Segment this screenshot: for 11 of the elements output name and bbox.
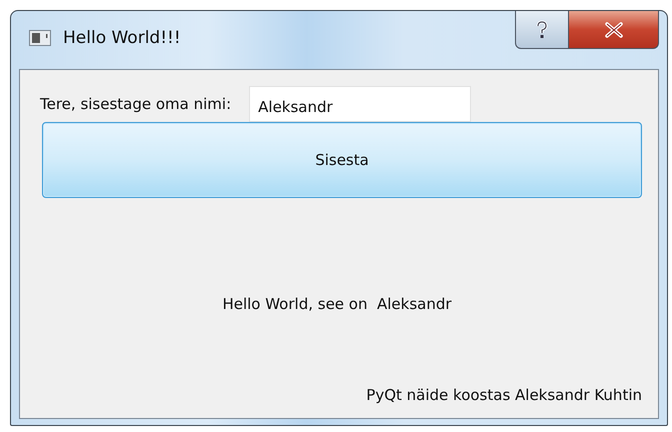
greeting-text: Hello World, see on Aleksandr	[222, 295, 452, 313]
window-icon	[29, 30, 51, 46]
submit-button[interactable]: Sisesta	[42, 122, 642, 198]
name-label: Tere, sisestage oma nimi:	[40, 95, 232, 113]
window-title: Hello World!!!	[63, 28, 181, 48]
close-icon	[604, 22, 622, 38]
help-button[interactable]	[515, 11, 569, 49]
credit-text: PyQt näide koostas Aleksandr Kuhtin	[366, 386, 642, 404]
help-icon	[535, 20, 549, 38]
close-button[interactable]	[569, 11, 659, 49]
name-input[interactable]: Aleksandr	[249, 86, 472, 122]
